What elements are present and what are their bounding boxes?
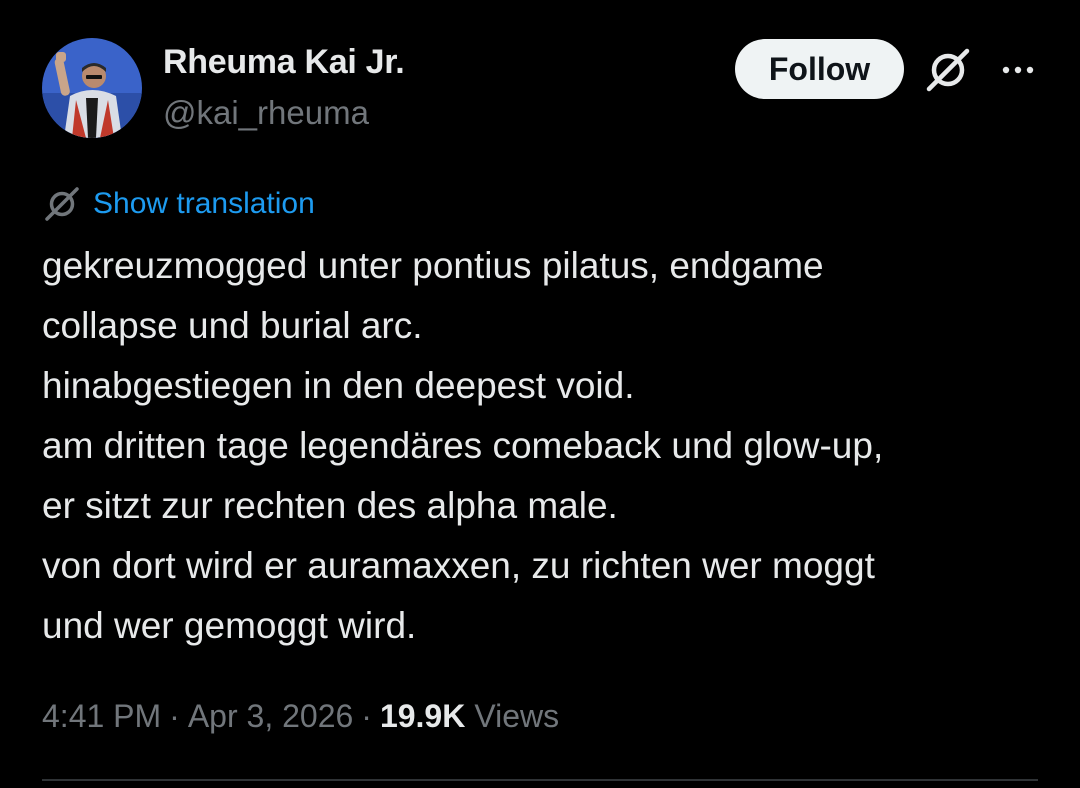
avatar[interactable] [42, 38, 142, 138]
tweet-text-line: am dritten tage legendäres comeback und … [42, 425, 884, 466]
grok-translate-icon[interactable] [922, 44, 974, 96]
translate-icon [42, 184, 82, 224]
meta-separator: · [169, 697, 180, 734]
divider [42, 779, 1038, 781]
show-translation-label: Show translation [93, 187, 315, 220]
tweet-detail: Rheuma Kai Jr. @kai_rheuma Follow Show t… [0, 0, 1080, 788]
tweet-text-line: von dort wird er auramaxxen, zu richten … [42, 545, 875, 586]
tweet-meta: 4:41 PM · Apr 3, 2026 · 19.9K Views [42, 694, 559, 738]
tweet-text: gekreuzmogged unter pontius pilatus, end… [42, 236, 1042, 656]
views-label: Views [474, 697, 560, 734]
follow-button-label: Follow [768, 50, 871, 87]
author-display-name[interactable]: Rheuma Kai Jr. [163, 43, 405, 82]
profile-photo-icon [42, 38, 142, 138]
tweet-date[interactable]: Apr 3, 2026 [188, 698, 353, 735]
tweet-text-line: und wer gemoggt wird. [42, 605, 417, 646]
tweet-text-line: collapse und burial arc. [42, 305, 423, 346]
follow-button[interactable]: Follow [735, 39, 904, 99]
more-horizontal-icon[interactable] [998, 58, 1038, 82]
tweet-text-line: er sitzt zur rechten des alpha male. [42, 485, 618, 526]
author-handle[interactable]: @kai_rheuma [163, 94, 369, 132]
show-translation-link[interactable]: Show translation [42, 183, 315, 225]
meta-separator: · [361, 697, 372, 734]
tweet-time[interactable]: 4:41 PM [42, 698, 161, 735]
tweet-text-line: hinabgestiegen in den deepest void. [42, 365, 635, 406]
views-count[interactable]: 19.9K [380, 698, 465, 735]
tweet-text-line: gekreuzmogged unter pontius pilatus, end… [42, 245, 824, 286]
